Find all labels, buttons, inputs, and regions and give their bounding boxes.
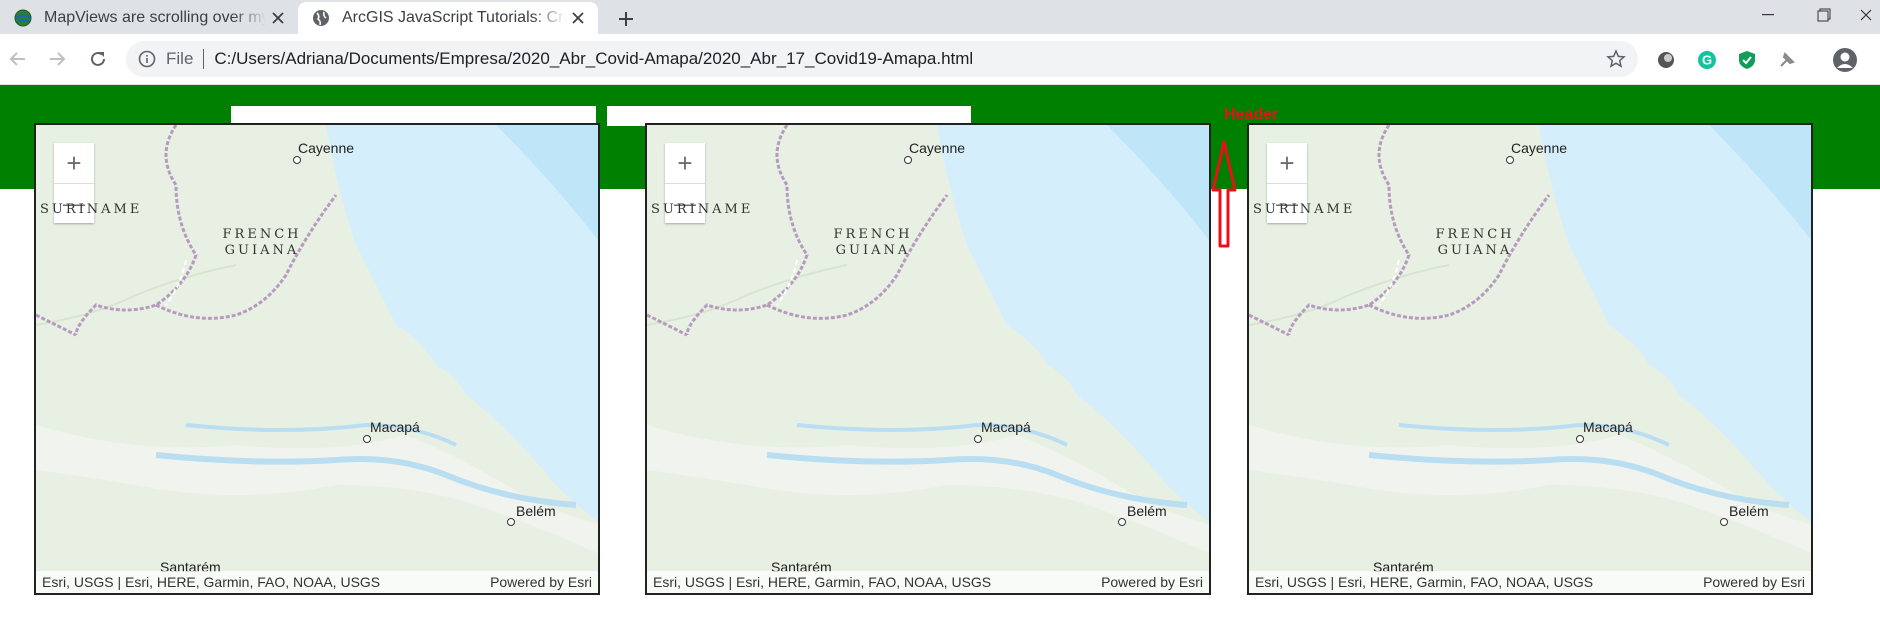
label-suriname: SURINAME — [651, 202, 754, 217]
pin-icon — [1780, 52, 1795, 67]
grammarly-extension[interactable]: G — [1696, 49, 1718, 71]
attribution-text[interactable]: Esri, USGS | Esri, HERE, Garmin, FAO, NO… — [1255, 574, 1593, 590]
tab-title: ArcGIS JavaScript Tutorials: Create — [342, 9, 566, 26]
zoom-in-button[interactable]: + — [54, 143, 94, 183]
map-basemap[interactable] — [1249, 125, 1813, 595]
minimize-icon — [1762, 14, 1774, 16]
map-basemap[interactable] — [647, 125, 1211, 595]
label-suriname: SURINAME — [40, 202, 143, 217]
label-belem: Belém — [1729, 503, 1769, 519]
globe-icon — [313, 10, 329, 26]
city-marker — [1576, 435, 1584, 443]
circle-extension-icon — [1658, 52, 1674, 68]
back-button[interactable] — [4, 45, 32, 73]
zoom-in-button[interactable]: + — [665, 143, 705, 183]
tab-strip: MapViews are scrolling over my f ArcGIS … — [0, 0, 1880, 34]
map-view-2[interactable]: + — Cayenne SURINAME FRENCH GUIANA Macap… — [645, 123, 1211, 595]
label-macapa: Macapá — [1583, 419, 1633, 435]
reload-icon — [91, 51, 105, 66]
city-marker — [1720, 518, 1728, 526]
close-window-button[interactable] — [1852, 0, 1880, 30]
label-suriname: SURINAME — [1253, 202, 1356, 217]
plus-icon: + — [677, 147, 693, 178]
plus-icon: + — [1279, 147, 1295, 178]
close-icon[interactable] — [566, 6, 590, 30]
info-icon — [138, 50, 156, 68]
extension-icon-1[interactable] — [1655, 49, 1677, 71]
powered-by-link[interactable]: Powered by Esri — [1101, 574, 1203, 590]
city-marker — [1118, 518, 1126, 526]
divider — [203, 49, 205, 69]
avatar-icon — [1833, 48, 1857, 72]
new-tab-button[interactable] — [612, 5, 640, 33]
pin-extension[interactable] — [1776, 49, 1798, 71]
label-macapa: Macapá — [981, 419, 1031, 435]
grammarly-icon: G — [1698, 51, 1716, 69]
label-french-guiana: FRENCH GUIANA — [222, 227, 302, 258]
label-macapa: Macapá — [370, 419, 420, 435]
tab-arcgis-tutorials[interactable]: ArcGIS JavaScript Tutorials: Create — [298, 2, 598, 34]
label-cayenne: Cayenne — [909, 140, 966, 156]
restore-button[interactable] — [1796, 0, 1852, 30]
city-marker — [507, 518, 515, 526]
close-icon — [1860, 9, 1872, 21]
zoom-in-button[interactable]: + — [1267, 143, 1307, 183]
label-belem: Belém — [1127, 503, 1167, 519]
browser-toolbar: File C:/Users/Adriana/Documents/Empresa/… — [0, 34, 1880, 85]
map-view-1[interactable]: + — Cayenne SURINAME FRENCH GUIANA Macap… — [34, 123, 600, 595]
restore-icon — [1817, 8, 1831, 22]
arcgis-globe-icon — [14, 9, 32, 27]
url-text[interactable]: C:/Users/Adriana/Documents/Empresa/2020_… — [214, 49, 973, 69]
attribution-text[interactable]: Esri, USGS | Esri, HERE, Garmin, FAO, NO… — [653, 574, 991, 590]
profile-button[interactable] — [1832, 47, 1858, 73]
city-marker — [1506, 156, 1514, 164]
forward-button[interactable] — [43, 45, 71, 73]
map-view-3[interactable]: + — Cayenne SURINAME FRENCH GUIANA Macap… — [1247, 123, 1813, 595]
address-bar[interactable]: File C:/Users/Adriana/Documents/Empresa/… — [126, 41, 1638, 77]
label-cayenne: Cayenne — [298, 140, 355, 156]
bookmark-star-icon[interactable] — [1606, 49, 1626, 69]
map-basemap[interactable] — [36, 125, 600, 595]
label-french-guiana: FRENCH GUIANA — [833, 227, 913, 258]
powered-by-link[interactable]: Powered by Esri — [1703, 574, 1805, 590]
city-marker — [974, 435, 982, 443]
label-french-guiana: FRENCH GUIANA — [1435, 227, 1515, 258]
back-arrow-icon — [9, 52, 25, 66]
city-marker — [904, 156, 912, 164]
map-attribution: Esri, USGS | Esri, HERE, Garmin, FAO, NO… — [36, 571, 598, 593]
minimize-button[interactable] — [1740, 0, 1796, 30]
label-belem: Belém — [516, 503, 556, 519]
city-marker — [293, 156, 301, 164]
plus-icon: + — [66, 147, 82, 178]
label-cayenne: Cayenne — [1511, 140, 1568, 156]
scheme-label: File — [166, 49, 194, 68]
reload-button[interactable] — [84, 45, 112, 73]
tab-mapviews[interactable]: MapViews are scrolling over my f — [0, 2, 298, 34]
map-attribution: Esri, USGS | Esri, HERE, Garmin, FAO, NO… — [647, 571, 1209, 593]
svg-text:G: G — [1702, 53, 1712, 68]
city-marker — [363, 435, 371, 443]
plus-icon — [619, 12, 633, 26]
forward-arrow-icon — [50, 52, 66, 66]
powered-by-link[interactable]: Powered by Esri — [490, 574, 592, 590]
shield-icon — [1739, 51, 1755, 69]
tab-title: MapViews are scrolling over my f — [44, 9, 266, 26]
shield-extension[interactable] — [1736, 49, 1758, 71]
attribution-text[interactable]: Esri, USGS | Esri, HERE, Garmin, FAO, NO… — [42, 574, 380, 590]
close-icon[interactable] — [266, 6, 290, 30]
annotation-label: Header — [1224, 106, 1279, 123]
up-arrow-icon — [1211, 140, 1237, 248]
map-attribution: Esri, USGS | Esri, HERE, Garmin, FAO, NO… — [1249, 571, 1811, 593]
